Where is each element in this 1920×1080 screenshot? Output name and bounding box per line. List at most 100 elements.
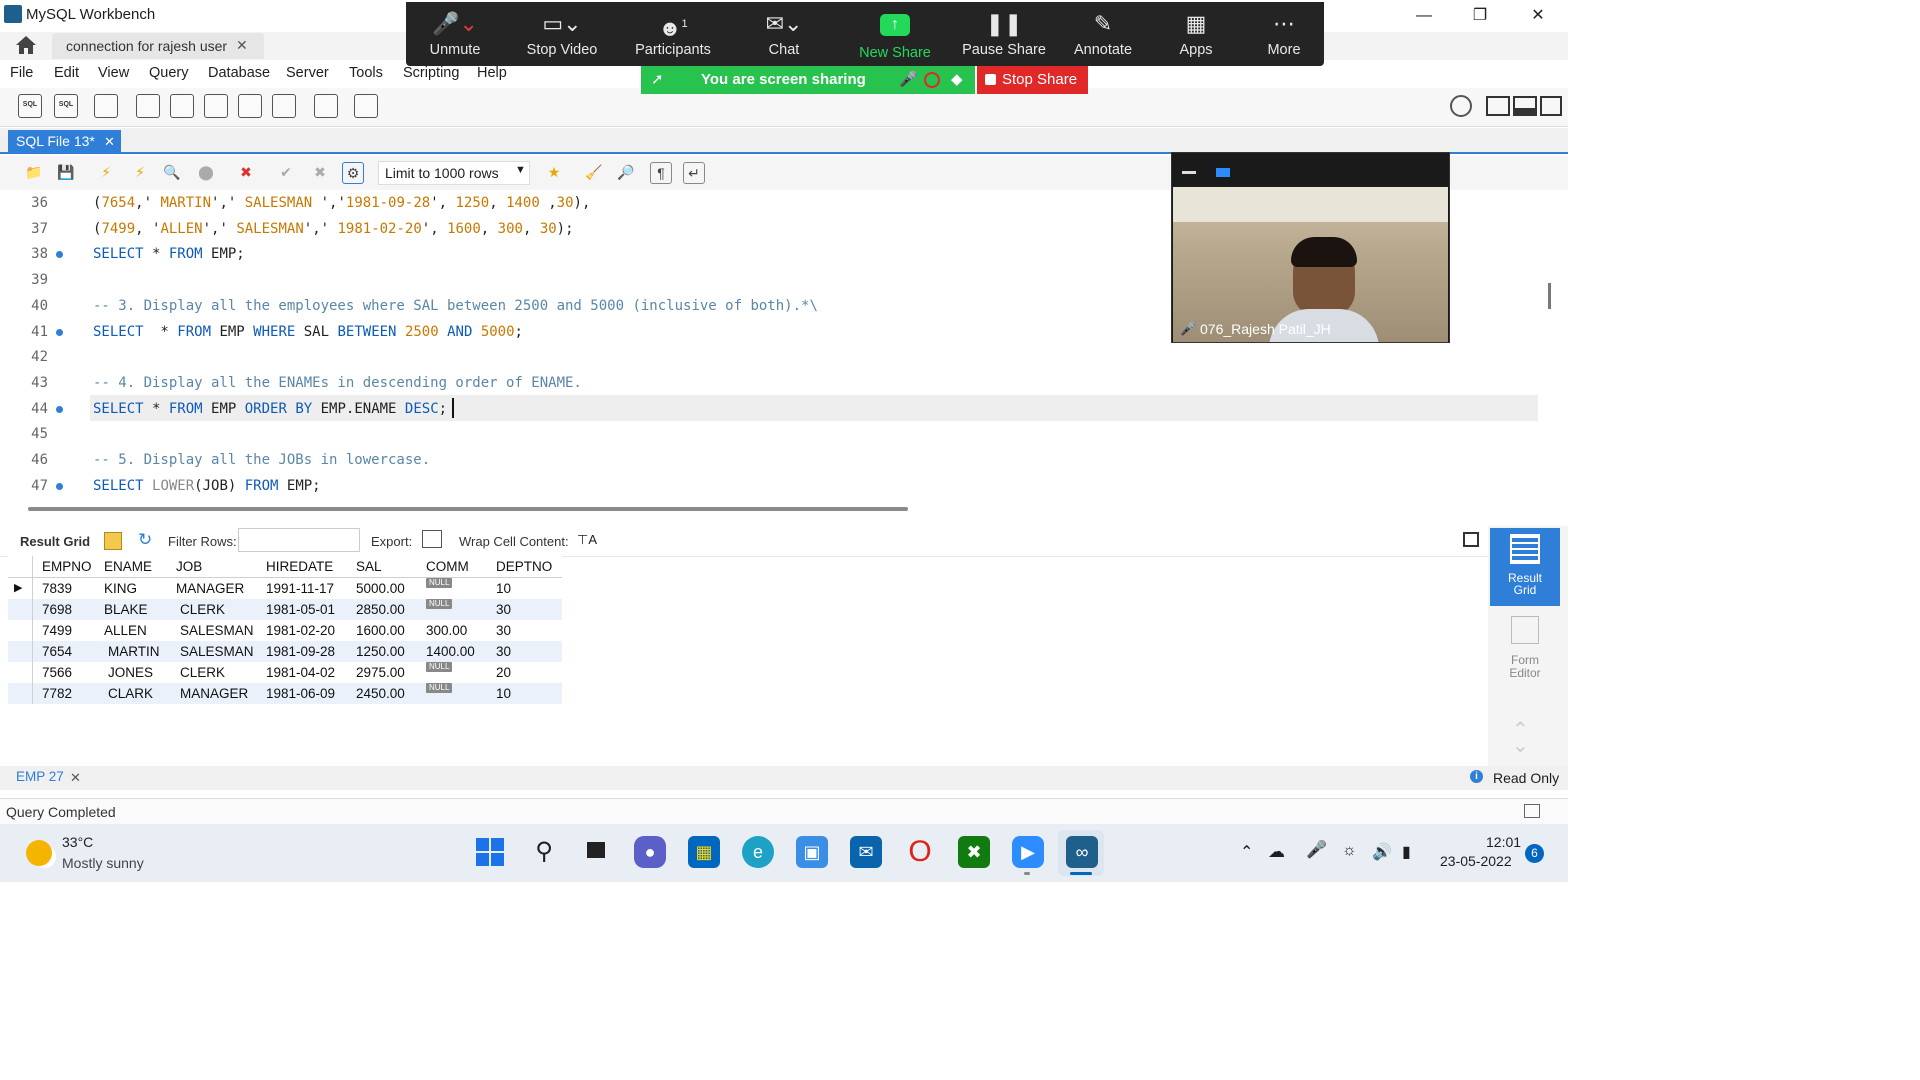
microphone-icon[interactable]: 🎤 xyxy=(1306,840,1327,860)
home-icon[interactable] xyxy=(14,34,38,56)
table-row[interactable]: ▶ 7839 KING MANAGER 1991-11-17 5000.00 NULL 10 xyxy=(8,578,562,599)
table-cell[interactable]: 300.00 xyxy=(426,623,467,638)
table-cell[interactable]: 1400.00 xyxy=(426,644,475,659)
statement-marker-icon[interactable] xyxy=(56,405,63,413)
close-icon[interactable]: ✕ xyxy=(104,134,115,150)
mysql-workbench-taskbar-icon[interactable]: ∞ xyxy=(1066,836,1098,868)
menu-help[interactable]: Help xyxy=(477,65,507,81)
column-header[interactable]: COMM xyxy=(426,559,469,574)
wrap-cell-icon[interactable]: ⊤A xyxy=(577,532,597,548)
view-switch-icon[interactable] xyxy=(1216,168,1230,177)
statement-marker-icon[interactable] xyxy=(56,482,63,490)
null-badge[interactable]: NULL xyxy=(426,599,453,609)
stop-query-icon[interactable]: ⬤ xyxy=(196,162,216,182)
reconnect-icon[interactable] xyxy=(354,94,378,118)
result-grid-button[interactable]: Result Grid xyxy=(1490,528,1560,606)
volume-icon[interactable]: 🔊 xyxy=(1372,842,1392,862)
create-table-icon[interactable] xyxy=(170,94,194,118)
invisible-chars-icon[interactable]: ¶ xyxy=(650,162,672,184)
zoom-app-icon[interactable]: ▶ xyxy=(1012,836,1044,868)
column-header[interactable]: JOB xyxy=(176,559,202,574)
restore-button[interactable]: ❐ xyxy=(1460,4,1500,28)
column-header[interactable]: ENAME xyxy=(104,559,152,574)
result-grid[interactable]: EMPNO ENAME JOB HIREDATE SAL COMM DEPTNO ▶ 7839 K… xyxy=(8,556,562,704)
commit-icon[interactable]: ✔ xyxy=(276,162,296,182)
toggle-stop-on-error-icon[interactable]: ✖ xyxy=(236,162,256,182)
table-cell[interactable]: 7698 xyxy=(42,602,72,617)
start-icon[interactable] xyxy=(474,836,506,868)
code-line[interactable]: 46 -- 5. Display all the JOBs in lowercas… xyxy=(0,447,1540,473)
stop-video-button[interactable]: ▭⌄ Stop Video xyxy=(516,2,608,66)
form-editor-button[interactable]: Form Editor xyxy=(1490,612,1560,684)
statement-marker-icon[interactable] xyxy=(56,251,63,259)
filter-rows-input[interactable] xyxy=(238,528,360,552)
open-folder-icon[interactable]: 📁 xyxy=(24,162,44,182)
tab-sql-file[interactable]: SQL File 13* ✕ xyxy=(8,130,121,154)
inspect-object-icon[interactable] xyxy=(94,94,118,118)
table-cell[interactable]: 30 xyxy=(496,623,511,638)
table-cell[interactable]: 5000.00 xyxy=(356,581,405,596)
wifi-icon[interactable]: ☼ xyxy=(1342,842,1357,860)
rollback-icon[interactable]: ✖ xyxy=(310,162,330,182)
close-icon[interactable]: ✕ xyxy=(236,37,248,54)
toggle-output-icon[interactable] xyxy=(1513,96,1537,116)
opera-browser-icon[interactable]: O xyxy=(904,836,936,868)
toggle-sidebar-icon[interactable] xyxy=(1486,96,1510,116)
create-function-icon[interactable] xyxy=(272,94,296,118)
vertical-scrollbar[interactable] xyxy=(1548,283,1551,309)
execute-all-icon[interactable]: ⚡ xyxy=(96,162,116,182)
table-row[interactable]: 7566 JONES CLERK 1981-04-02 2975.00 NULL 20 xyxy=(8,662,562,683)
video-thumbnail[interactable]: 🎤 076_Rajesh Patil_JH xyxy=(1171,152,1450,343)
table-row[interactable]: 7654 MARTIN SALESMAN 1981-09-28 1250.00 1400.… xyxy=(8,641,562,662)
table-cell[interactable]: 7839 xyxy=(42,581,72,596)
save-icon[interactable]: 💾 xyxy=(56,162,76,182)
more-button[interactable]: ⋯ More xyxy=(1256,2,1312,66)
table-cell[interactable]: MARTIN xyxy=(108,644,160,659)
xbox-icon[interactable]: ✖ xyxy=(958,836,990,868)
code-line[interactable]: 47 SELECT LOWER(JOB) FROM EMP; xyxy=(0,473,1540,499)
menu-view[interactable]: View xyxy=(98,65,129,81)
table-cell[interactable]: JONES xyxy=(108,665,153,680)
scroll-arrows-icon[interactable]: ⌃ ⌄ xyxy=(1512,720,1529,756)
menu-scripting[interactable]: Scripting xyxy=(403,65,459,81)
weather-sun-icon[interactable] xyxy=(26,840,52,866)
code-line[interactable]: 42 xyxy=(0,344,1540,370)
close-icon[interactable]: ✕ xyxy=(70,770,81,786)
explain-icon[interactable]: 🔍 xyxy=(162,162,182,182)
menu-file[interactable]: File xyxy=(10,65,33,81)
table-cell[interactable]: CLERK xyxy=(180,602,225,617)
participants-button[interactable]: ☻1 Participants xyxy=(628,2,718,66)
battery-icon[interactable]: ▮ xyxy=(1402,842,1411,862)
pin-icon[interactable]: ➚ xyxy=(651,70,664,88)
stop-share-button[interactable]: Stop Share xyxy=(977,66,1088,94)
table-cell[interactable]: 30 xyxy=(496,644,511,659)
teams-chat-icon[interactable]: ● xyxy=(634,836,666,868)
chevron-up-icon[interactable]: ⌃ xyxy=(1240,842,1253,862)
close-window-button[interactable]: ✕ xyxy=(1518,4,1558,28)
table-cell[interactable]: 10 xyxy=(496,581,511,596)
beautify-icon[interactable]: 🧹 xyxy=(584,162,604,182)
widgets-icon[interactable]: ▦ xyxy=(688,836,720,868)
output-toggle-icon[interactable] xyxy=(1524,804,1540,818)
find-icon[interactable]: 🔎 xyxy=(616,162,636,182)
code-line[interactable]: 45 xyxy=(0,421,1540,447)
chat-button[interactable]: ✉⌄ Chat xyxy=(746,2,822,66)
create-view-icon[interactable] xyxy=(204,94,228,118)
table-cell[interactable]: 2850.00 xyxy=(356,602,405,617)
table-row[interactable]: 7698 BLAKE CLERK 1981-05-01 2850.00 NULL 30 xyxy=(8,599,562,620)
code-line[interactable]: 43 -- 4. Display all the ENAMEs in descen… xyxy=(0,370,1540,396)
create-schema-icon[interactable] xyxy=(136,94,160,118)
toggle-secondary-sidebar-icon[interactable] xyxy=(1540,96,1562,116)
table-row[interactable]: 7782 CLARK MANAGER 1981-06-09 2450.00 NULL 10 xyxy=(8,683,562,704)
table-cell[interactable]: 1600.00 xyxy=(356,623,405,638)
menu-server[interactable]: Server xyxy=(286,65,329,81)
table-cell[interactable]: 10 xyxy=(496,686,511,701)
limit-rows-select[interactable]: Limit to 1000 rows ▼ xyxy=(378,161,530,185)
table-cell[interactable]: 1981-02-20 xyxy=(266,623,335,638)
column-header[interactable]: EMPNO xyxy=(42,559,92,574)
column-header[interactable]: HIREDATE xyxy=(266,559,333,574)
table-cell[interactable]: 20 xyxy=(496,665,511,680)
notification-badge[interactable]: 6 xyxy=(1525,844,1544,863)
statement-marker-icon[interactable] xyxy=(56,328,63,336)
table-cell[interactable]: ALLEN xyxy=(104,623,147,638)
